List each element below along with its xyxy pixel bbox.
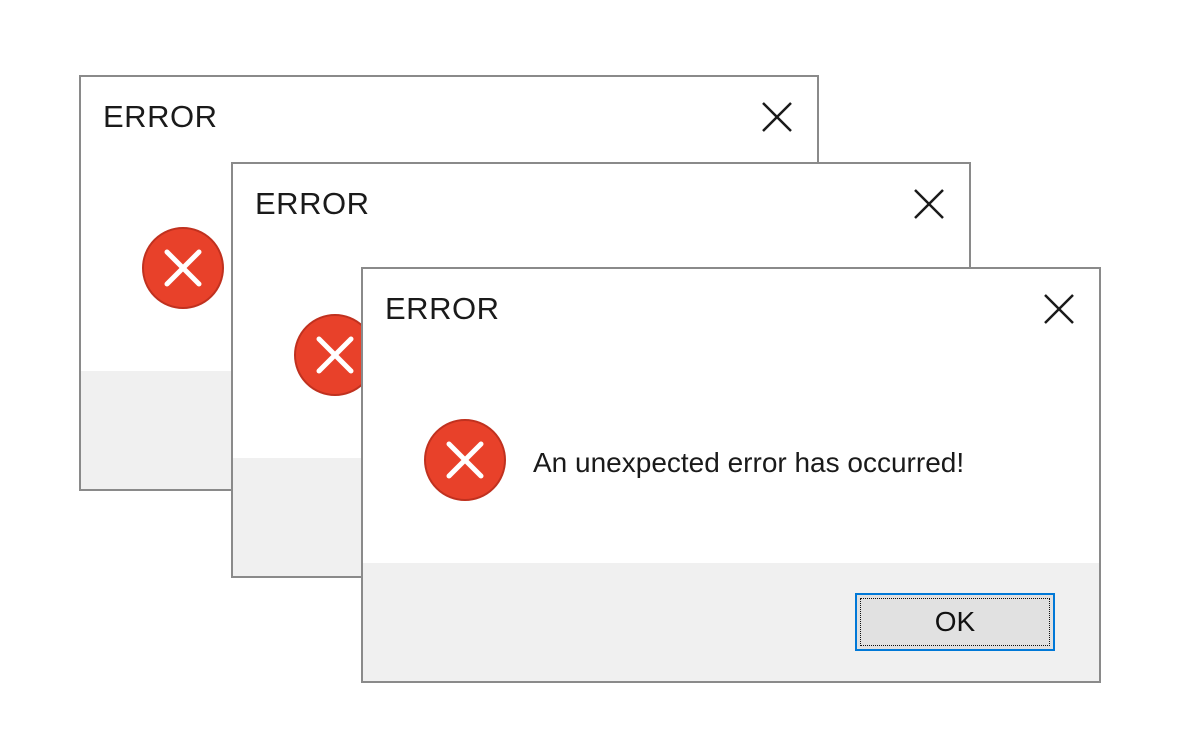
dialog-footer: OK <box>363 563 1099 681</box>
desktop: ERROR ERROR ERROR An unexpected error ha… <box>0 0 1200 740</box>
error-dialog-front: ERROR An unexpected error has occurred! … <box>361 267 1101 683</box>
close-icon[interactable] <box>911 186 947 222</box>
error-message: An unexpected error has occurred! <box>533 447 965 478</box>
close-icon[interactable] <box>1041 291 1077 327</box>
close-icon[interactable] <box>759 99 795 135</box>
dialog-title: ERROR <box>385 291 500 326</box>
ok-button[interactable]: OK <box>855 593 1055 651</box>
error-icon <box>142 227 224 309</box>
error-icon <box>424 419 506 501</box>
ok-button-label: OK <box>934 606 976 637</box>
dialog-title: ERROR <box>103 99 218 134</box>
dialog-title: ERROR <box>255 186 370 221</box>
